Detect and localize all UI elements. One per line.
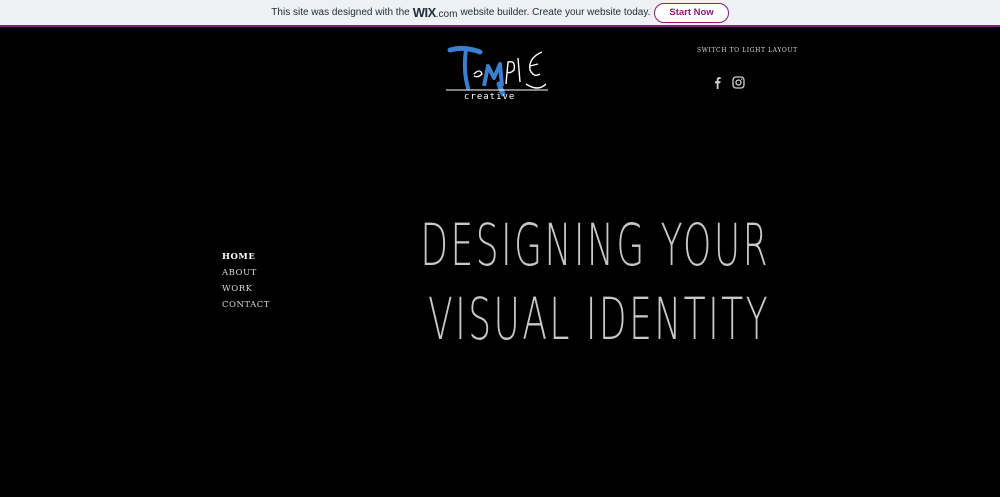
wix-banner-text-after: website builder. Create your website tod…: [460, 7, 651, 18]
social-links: [711, 76, 745, 89]
switch-layout-link[interactable]: Switch to Light Layout: [697, 47, 798, 54]
nav-item-work[interactable]: Work: [222, 284, 270, 295]
nav-item-contact[interactable]: Contact: [222, 300, 270, 311]
temple-creative-logo[interactable]: creative: [444, 44, 552, 104]
instagram-icon[interactable]: [732, 76, 745, 89]
nav-item-about[interactable]: About: [222, 268, 270, 279]
nav-item-home[interactable]: Home: [222, 252, 270, 263]
logo-subtitle: creative: [464, 92, 516, 102]
hero-line-1: Designing your: [420, 211, 770, 279]
start-now-button[interactable]: Start Now: [654, 2, 729, 23]
wix-banner-text-before: This site was designed with the: [271, 7, 410, 18]
hero-heading: Designing your visual identity: [420, 208, 770, 356]
main-nav: Home About Work Contact: [222, 252, 270, 311]
wix-banner-message: This site was designed with the WIX.com …: [271, 5, 650, 20]
wix-logo[interactable]: WIX.com: [413, 5, 458, 20]
facebook-icon[interactable]: [711, 76, 724, 89]
wix-promo-banner: This site was designed with the WIX.com …: [0, 0, 1000, 27]
hero-line-2: visual identity: [427, 285, 770, 353]
